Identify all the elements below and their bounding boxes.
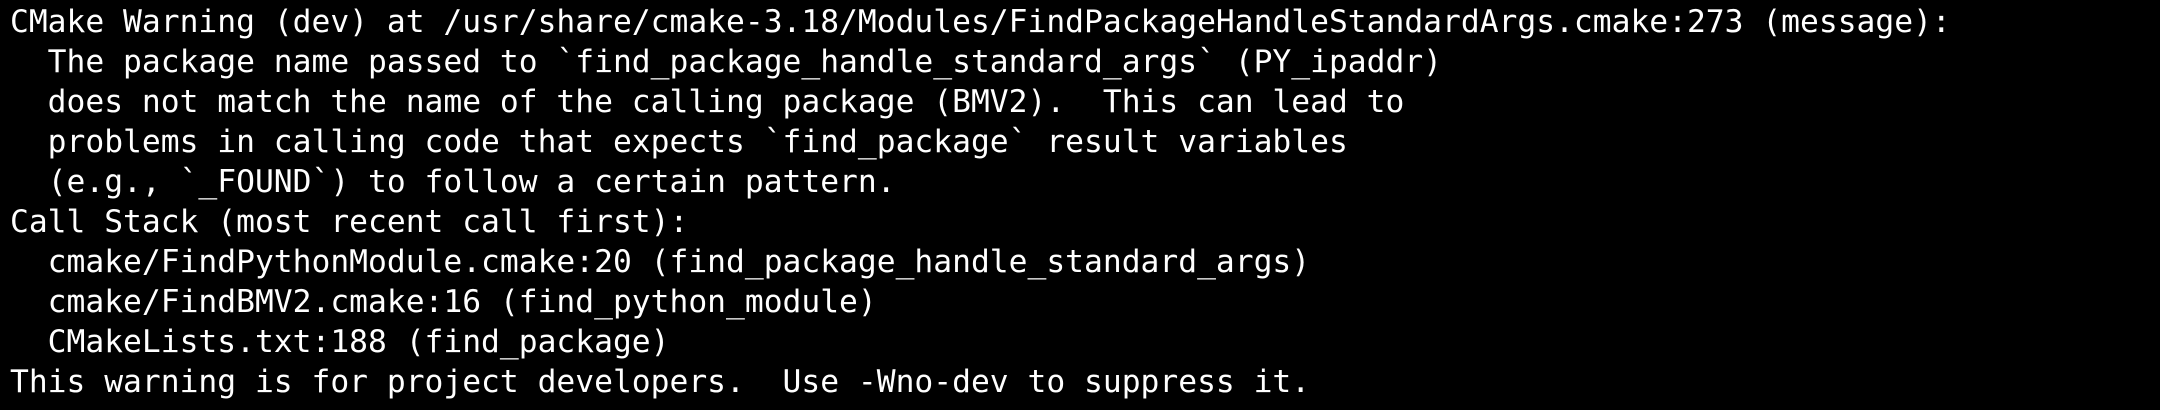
terminal-line-message: The package name passed to `find_package… bbox=[10, 44, 1443, 80]
terminal-output[interactable]: CMake Warning (dev) at /usr/share/cmake-… bbox=[0, 0, 2160, 410]
terminal-line-message: problems in calling code that expects `f… bbox=[10, 124, 1348, 160]
terminal-line-call-stack-entry: cmake/FindBMV2.cmake:16 (find_python_mod… bbox=[10, 284, 877, 320]
terminal-line-message: (e.g., `_FOUND`) to follow a certain pat… bbox=[10, 164, 896, 200]
terminal-line-message: does not match the name of the calling p… bbox=[10, 84, 1405, 120]
terminal-line-footer: This warning is for project developers. … bbox=[10, 364, 1311, 400]
terminal-line-call-stack-entry: CMakeLists.txt:188 (find_package) bbox=[10, 324, 670, 360]
terminal-line-call-stack-header: Call Stack (most recent call first): bbox=[10, 204, 689, 240]
terminal-line-call-stack-entry: cmake/FindPythonModule.cmake:20 (find_pa… bbox=[10, 244, 1311, 280]
terminal-line-warning-header: CMake Warning (dev) at /usr/share/cmake-… bbox=[10, 4, 1951, 40]
